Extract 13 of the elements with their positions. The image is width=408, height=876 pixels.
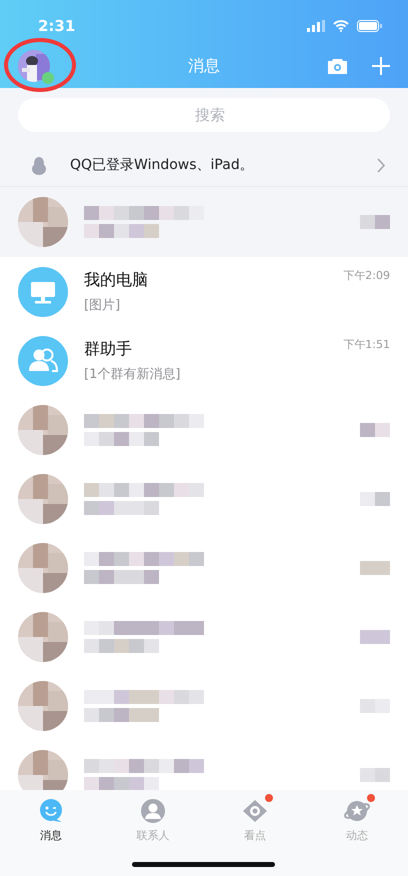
search-field[interactable]: 搜索 xyxy=(18,98,390,132)
tab[interactable]: 消息 xyxy=(0,798,102,844)
chat-name: 我的电脑 xyxy=(84,268,148,291)
login-notice[interactable]: QQ已登录Windows、iPad。 xyxy=(70,155,377,176)
chat-preview: [1个群有新消息] xyxy=(84,366,182,384)
chat-preview: [图片] xyxy=(84,296,122,315)
header-title: 消息 xyxy=(188,55,220,77)
chat-time: 下午2:09 xyxy=(343,268,390,284)
chat-name: 群助手 xyxy=(84,338,132,360)
chat-row[interactable]: 我的电脑 下午2:09 [图片] xyxy=(0,257,408,326)
chat-time: 下午1:51 xyxy=(343,336,390,353)
chat-row[interactable]: 群助手 下午1:51 [1个群有新消息] xyxy=(0,326,408,395)
status-time: 2:31 xyxy=(38,16,76,37)
